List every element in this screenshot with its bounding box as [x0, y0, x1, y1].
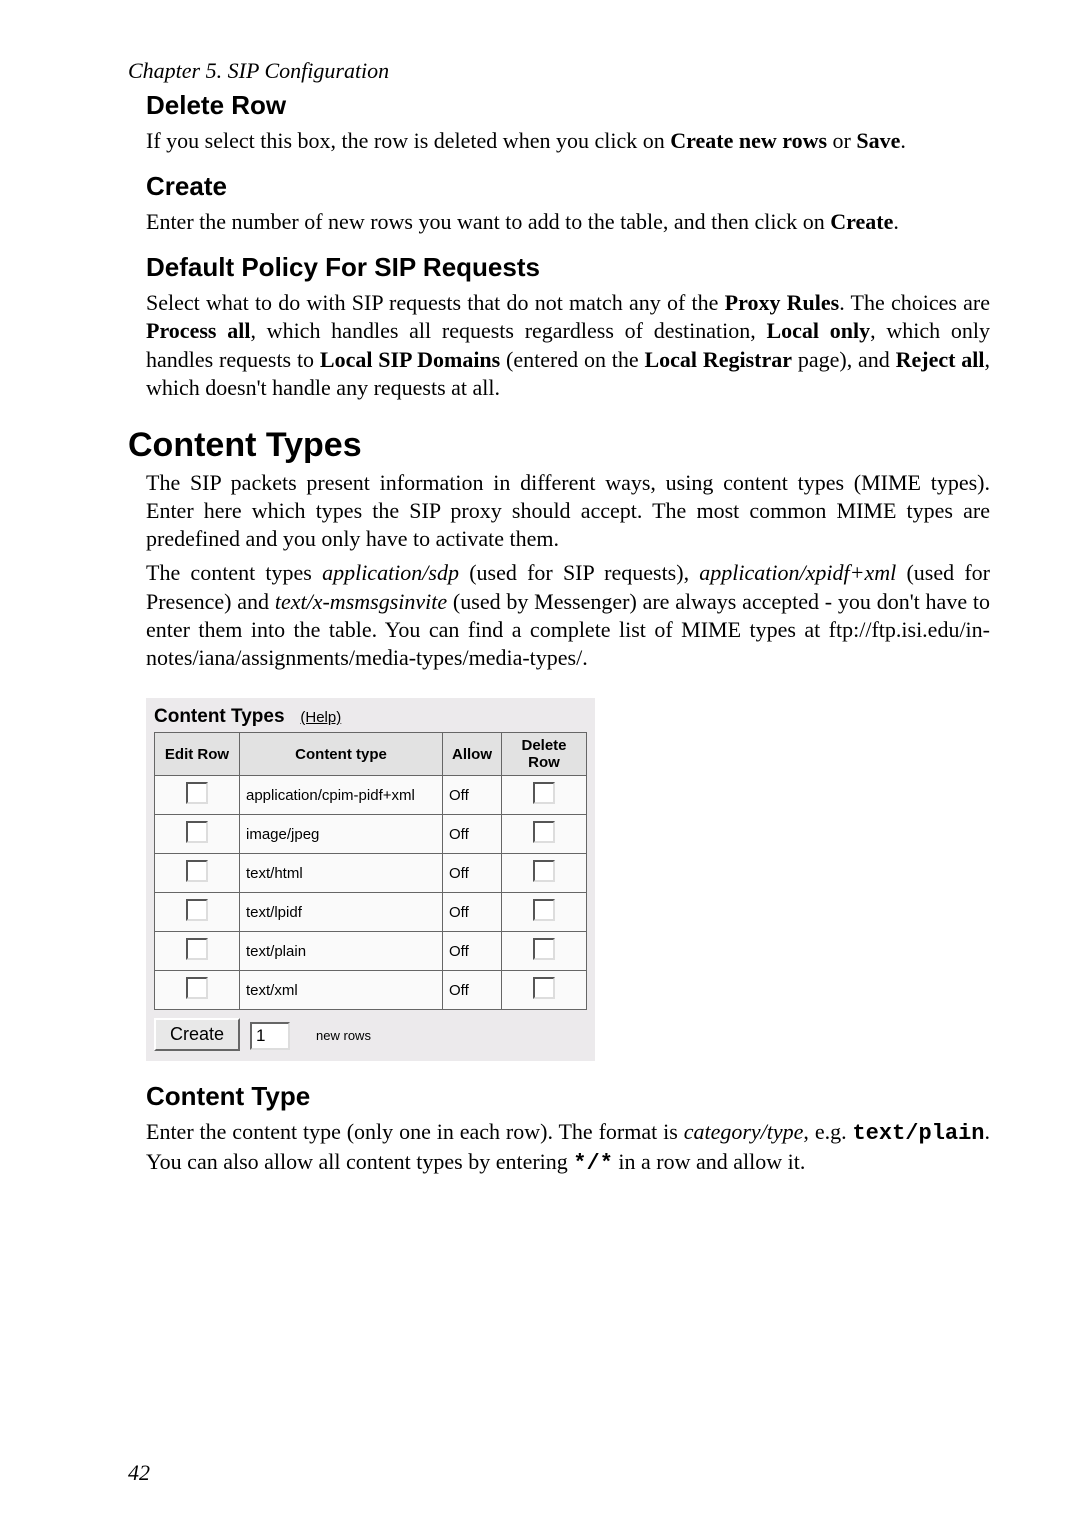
- text-mono: */*: [573, 1151, 613, 1176]
- cell-allow: Off: [443, 971, 502, 1010]
- create-button[interactable]: Create: [154, 1018, 240, 1051]
- text-bold: Save: [856, 128, 900, 153]
- text: page), and: [792, 347, 896, 372]
- table-row: text/xml Off: [155, 971, 587, 1010]
- text-bold: Create new rows: [670, 128, 827, 153]
- table-header-row: Edit Row Content type Allow Delete Row: [155, 733, 587, 776]
- para-content-type: Enter the content type (only one in each…: [146, 1118, 990, 1178]
- para-delete-row: If you select this box, the row is delet…: [146, 127, 990, 155]
- chapter-header: Chapter 5. SIP Configuration: [128, 58, 990, 84]
- cell-ctype: text/plain: [240, 932, 443, 971]
- heading-content-type: Content Type: [146, 1081, 990, 1112]
- para-content-types-1: The SIP packets present information in d…: [146, 469, 990, 553]
- text-bold: Proxy Rules: [725, 290, 840, 315]
- edit-checkbox[interactable]: [186, 977, 208, 999]
- text: (used for SIP requests),: [459, 560, 699, 585]
- text-bold: Process all: [146, 318, 250, 343]
- panel-heading: Content Types (Help): [154, 706, 587, 728]
- content-types-table: Edit Row Content type Allow Delete Row a…: [154, 732, 587, 1010]
- cell-allow: Off: [443, 815, 502, 854]
- text-bold: Local Registrar: [644, 347, 792, 372]
- heading-content-types: Content Types: [128, 426, 990, 465]
- delete-checkbox[interactable]: [533, 899, 555, 921]
- new-rows-label: new rows: [316, 1028, 371, 1043]
- text: .: [900, 128, 906, 153]
- text-mono: text/plain: [852, 1121, 984, 1146]
- para-default-policy: Select what to do with SIP requests that…: [146, 289, 990, 402]
- table-row: text/html Off: [155, 854, 587, 893]
- para-content-types-2: The content types application/sdp (used …: [146, 559, 990, 672]
- text-italic: category/type: [684, 1119, 804, 1144]
- edit-checkbox[interactable]: [186, 782, 208, 804]
- cell-ctype: text/html: [240, 854, 443, 893]
- create-row-controls: Create 1 new rows: [154, 1018, 587, 1051]
- panel-title: Content Types: [154, 706, 285, 727]
- para-create: Enter the number of new rows you want to…: [146, 208, 990, 236]
- th-delete: Delete Row: [502, 733, 587, 776]
- delete-checkbox[interactable]: [533, 860, 555, 882]
- cell-ctype: text/lpidf: [240, 893, 443, 932]
- table-row: text/plain Off: [155, 932, 587, 971]
- th-ctype: Content type: [240, 733, 443, 776]
- text-bold: Local only: [766, 318, 870, 343]
- text: .: [893, 209, 899, 234]
- text-italic: text/x-msmsgsinvite: [275, 589, 447, 614]
- cell-ctype: image/jpeg: [240, 815, 443, 854]
- text-bold: Create: [830, 209, 893, 234]
- text-italic: application/sdp: [322, 560, 459, 585]
- cell-ctype: text/xml: [240, 971, 443, 1010]
- heading-delete-row: Delete Row: [146, 90, 990, 121]
- th-allow: Allow: [443, 733, 502, 776]
- delete-checkbox[interactable]: [533, 938, 555, 960]
- cell-ctype: application/cpim-pidf+xml: [240, 776, 443, 815]
- cell-allow: Off: [443, 893, 502, 932]
- text-bold: Local SIP Domains: [320, 347, 500, 372]
- text: Enter the number of new rows you want to…: [146, 209, 830, 234]
- edit-checkbox[interactable]: [186, 821, 208, 843]
- delete-checkbox[interactable]: [533, 821, 555, 843]
- text: Enter the content type (only one in each…: [146, 1119, 684, 1144]
- text: If you select this box, the row is delet…: [146, 128, 670, 153]
- text: , which handles all requests regardless …: [250, 318, 766, 343]
- table-row: text/lpidf Off: [155, 893, 587, 932]
- text: , e.g.: [803, 1119, 852, 1144]
- text-italic: application/xpidf+xml: [699, 560, 896, 585]
- th-edit: Edit Row: [155, 733, 240, 776]
- table-row: application/cpim-pidf+xml Off: [155, 776, 587, 815]
- text: (entered on the: [500, 347, 644, 372]
- edit-checkbox[interactable]: [186, 899, 208, 921]
- rows-count-input[interactable]: 1: [250, 1022, 290, 1050]
- text: Select what to do with SIP requests that…: [146, 290, 725, 315]
- edit-checkbox[interactable]: [186, 938, 208, 960]
- text-bold: Reject all: [896, 347, 985, 372]
- help-link[interactable]: (Help): [300, 709, 341, 726]
- cell-allow: Off: [443, 776, 502, 815]
- text: or: [827, 128, 856, 153]
- heading-default-policy: Default Policy For SIP Requests: [146, 252, 990, 283]
- content-types-panel: Content Types (Help) Edit Row Content ty…: [146, 698, 595, 1061]
- delete-checkbox[interactable]: [533, 977, 555, 999]
- text: The content types: [146, 560, 322, 585]
- page-number: 42: [128, 1460, 150, 1486]
- delete-checkbox[interactable]: [533, 782, 555, 804]
- cell-allow: Off: [443, 932, 502, 971]
- text: in a row and allow it.: [613, 1149, 805, 1174]
- cell-allow: Off: [443, 854, 502, 893]
- table-row: image/jpeg Off: [155, 815, 587, 854]
- edit-checkbox[interactable]: [186, 860, 208, 882]
- text: . The choices are: [839, 290, 990, 315]
- heading-create: Create: [146, 171, 990, 202]
